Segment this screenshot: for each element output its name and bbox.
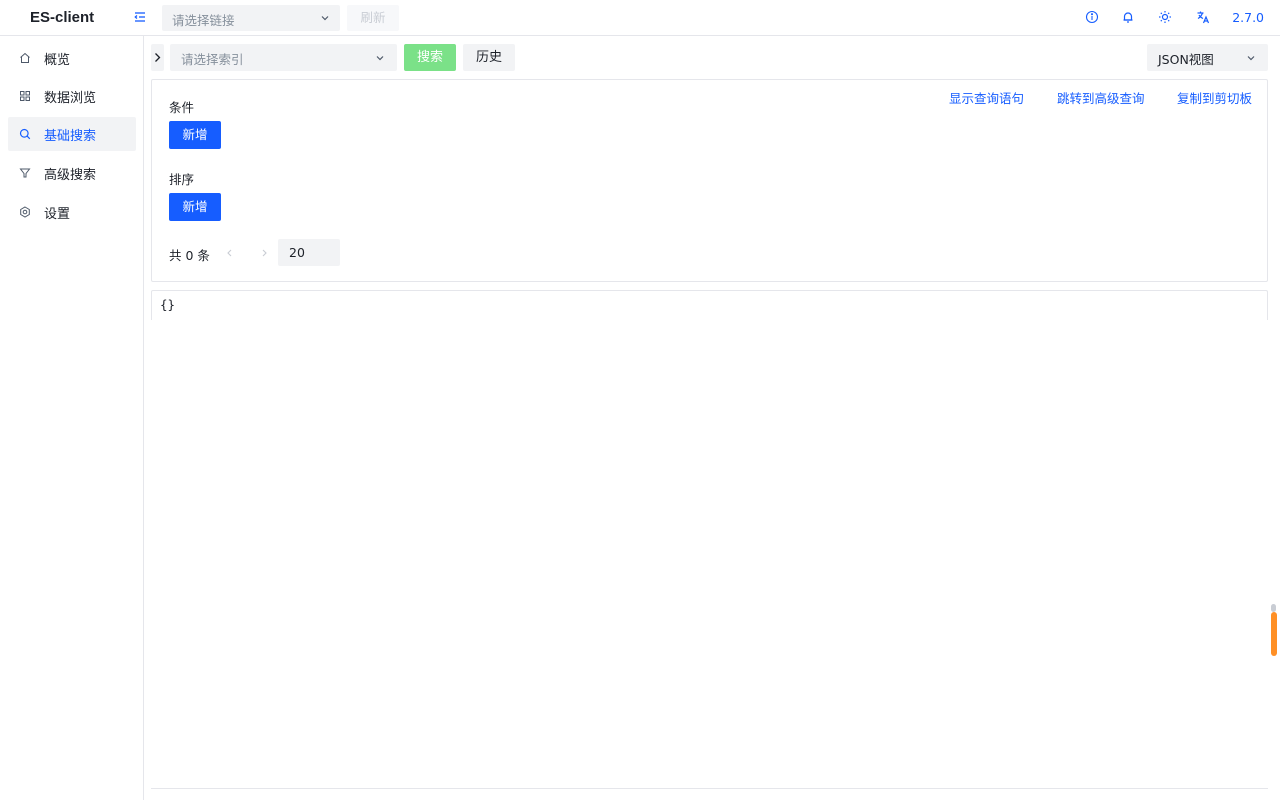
info-icon[interactable] (1085, 10, 1101, 26)
history-button[interactable]: 历史 (463, 44, 515, 71)
filter-icon (19, 168, 31, 178)
sidebar-item-label: 数据浏览 (44, 91, 97, 106)
result-json: {} (160, 297, 176, 312)
settings-icon (20, 206, 30, 218)
query-panel: 显示查询语句 跳转到高级查询 复制到剪切板 条件 新增 排序 新增 共 0 条 … (151, 79, 1268, 282)
connection-placeholder: 请选择链接 (172, 13, 235, 28)
view-mode-value: JSON视图 (1158, 52, 1214, 67)
sidebar-item-label: 高级搜索 (44, 168, 97, 183)
add-sort-button[interactable]: 新增 (169, 193, 221, 221)
grid-icon (20, 91, 30, 101)
sidebar-item-label: 概览 (44, 53, 71, 68)
sidebar-item-label: 基础搜索 (44, 129, 97, 144)
sidebar-item-data-browse[interactable]: 数据浏览 (8, 79, 136, 113)
goto-advanced-link[interactable]: 跳转到高级查询 (1057, 88, 1145, 107)
scroll-thumb[interactable] (1271, 612, 1277, 656)
chevron-down-icon (376, 56, 384, 61)
search-button[interactable]: 搜索 (404, 44, 456, 71)
add-condition-button[interactable]: 新增 (169, 121, 221, 149)
chevron-right-icon[interactable] (259, 248, 269, 258)
top-header: ES-client 请选择链接 刷新 2.7.0 (0, 0, 1280, 36)
chevron-down-icon (1247, 56, 1255, 61)
sun-icon[interactable] (1158, 10, 1174, 26)
result-panel: {} (151, 290, 1268, 320)
chevron-down-icon (321, 16, 329, 21)
menu-fold-icon[interactable] (133, 10, 149, 26)
sidebar-item-label: 设置 (44, 207, 71, 222)
index-placeholder: 请选择索引 (181, 52, 244, 67)
version-label[interactable]: 2.7.0 (1232, 10, 1264, 25)
expand-panel-button[interactable] (151, 44, 164, 71)
pager-total: 共 0 条 (169, 248, 210, 263)
sidebar-item-settings[interactable]: 设置 (8, 195, 136, 229)
app-logo: ES-client (30, 9, 95, 26)
search-icon (19, 128, 31, 140)
scroll-indicator[interactable] (1270, 604, 1278, 658)
refresh-button[interactable]: 刷新 (347, 5, 399, 31)
index-select[interactable]: 请选择索引 (170, 44, 397, 71)
conditions-label: 条件 (169, 100, 195, 115)
sidebar: 概览 数据浏览 基础搜索 高级搜索 设置 (0, 36, 144, 800)
show-query-link[interactable]: 显示查询语句 (949, 88, 1024, 107)
divider (151, 788, 1268, 789)
sidebar-item-basic-search[interactable]: 基础搜索 (8, 117, 136, 151)
bell-icon[interactable] (1121, 10, 1137, 26)
page-size-select[interactable]: 20 (278, 239, 340, 266)
chevron-right-icon (155, 53, 161, 62)
sidebar-item-advanced-search[interactable]: 高级搜索 (8, 156, 136, 190)
sidebar-item-overview[interactable]: 概览 (8, 41, 136, 75)
sort-label: 排序 (169, 172, 195, 187)
translate-icon[interactable] (1196, 10, 1212, 26)
connection-select[interactable]: 请选择链接 (162, 5, 340, 31)
view-mode-select[interactable]: JSON视图 (1147, 44, 1268, 71)
home-icon (20, 52, 30, 63)
scroll-track (1271, 604, 1276, 612)
chevron-left-icon[interactable] (225, 248, 235, 258)
copy-clipboard-link[interactable]: 复制到剪切板 (1177, 88, 1252, 107)
